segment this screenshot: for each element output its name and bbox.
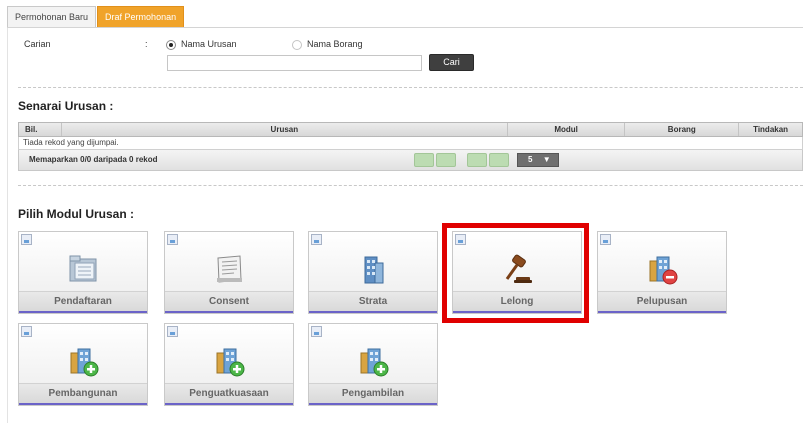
module-label: Pengambilan [309,383,437,405]
chevron-down-icon: ▼ [542,155,551,164]
module-label: Pelupusan [598,291,726,313]
radio-nama-borang[interactable] [292,40,302,50]
radio-nama-urusan[interactable] [166,40,176,50]
column-header-tindakan[interactable]: Tindakan [739,123,802,136]
module-label: Pembangunan [19,383,147,405]
broken-image-icon [21,326,32,337]
building-icon [364,256,384,284]
building-remove-icon [649,256,678,285]
page-size-select[interactable]: 5 ▼ [517,153,559,167]
tab-draf-permohonan[interactable]: Draf Permohonan [97,6,185,28]
last-page-button[interactable] [489,153,509,167]
divider [18,87,803,88]
list-title: Senarai Urusan : [18,99,114,113]
broken-image-icon [600,234,611,245]
column-header-urusan[interactable]: Urusan [62,123,508,136]
page-size-value: 5 [528,155,533,164]
column-header-bil[interactable]: Bil. [19,123,62,136]
module-tile-pendaftaran[interactable]: Pendaftaran [18,231,148,314]
empty-row: Tiada rekod yang dijumpai. [18,137,803,150]
tab-bar: Permohonan Baru Draf Permohonan [7,6,185,28]
prev-page-button[interactable] [436,153,456,167]
radio-nama-borang-label: Nama Borang [307,39,363,49]
divider [18,185,803,186]
search-button[interactable]: Cari [429,54,474,71]
module-label: Penguatkuasaan [165,383,293,405]
next-page-button[interactable] [467,153,487,167]
document-icon [217,255,242,283]
broken-image-icon [311,234,322,245]
module-tile-pengambilan[interactable]: Pengambilan [308,323,438,406]
first-page-button[interactable] [414,153,434,167]
modules-title: Pilih Modul Urusan : [18,207,134,221]
module-label: Strata [309,291,437,313]
broken-image-icon [167,326,178,337]
broken-image-icon [311,326,322,337]
search-label: Carian [24,39,51,49]
folder-icon [69,255,97,282]
module-tile-strata[interactable]: Strata [308,231,438,314]
module-label: Pendaftaran [19,291,147,313]
broken-image-icon [167,234,178,245]
highlight-box [442,223,589,323]
column-header-borang[interactable]: Borang [625,123,740,136]
record-summary: Memaparkan 0/0 daripada 0 rekod [29,155,158,164]
page: Permohonan Baru Draf Permohonan Carian :… [0,0,803,433]
results-table: Bil. Urusan Modul Borang Tindakan Tiada … [18,122,803,171]
module-tile-penguatkuasaan[interactable]: Penguatkuasaan [164,323,294,406]
building-add-icon [216,348,245,377]
column-header-modul[interactable]: Modul [508,123,626,136]
tab-divider [7,27,803,28]
building-add-icon [70,348,99,377]
search-input[interactable] [167,55,422,71]
module-tile-consent[interactable]: Consent [164,231,294,314]
module-tile-pembangunan[interactable]: Pembangunan [18,323,148,406]
search-colon: : [145,39,148,49]
tab-permohonan-baru[interactable]: Permohonan Baru [7,6,97,28]
module-label: Consent [165,291,293,313]
broken-image-icon [21,234,32,245]
table-header: Bil. Urusan Modul Borang Tindakan [18,122,803,137]
building-add-icon [360,348,389,377]
left-border [7,28,8,423]
pager: Memaparkan 0/0 daripada 0 rekod 5 ▼ [18,150,803,171]
module-tile-pelupusan[interactable]: Pelupusan [597,231,727,314]
radio-nama-urusan-label: Nama Urusan [181,39,237,49]
